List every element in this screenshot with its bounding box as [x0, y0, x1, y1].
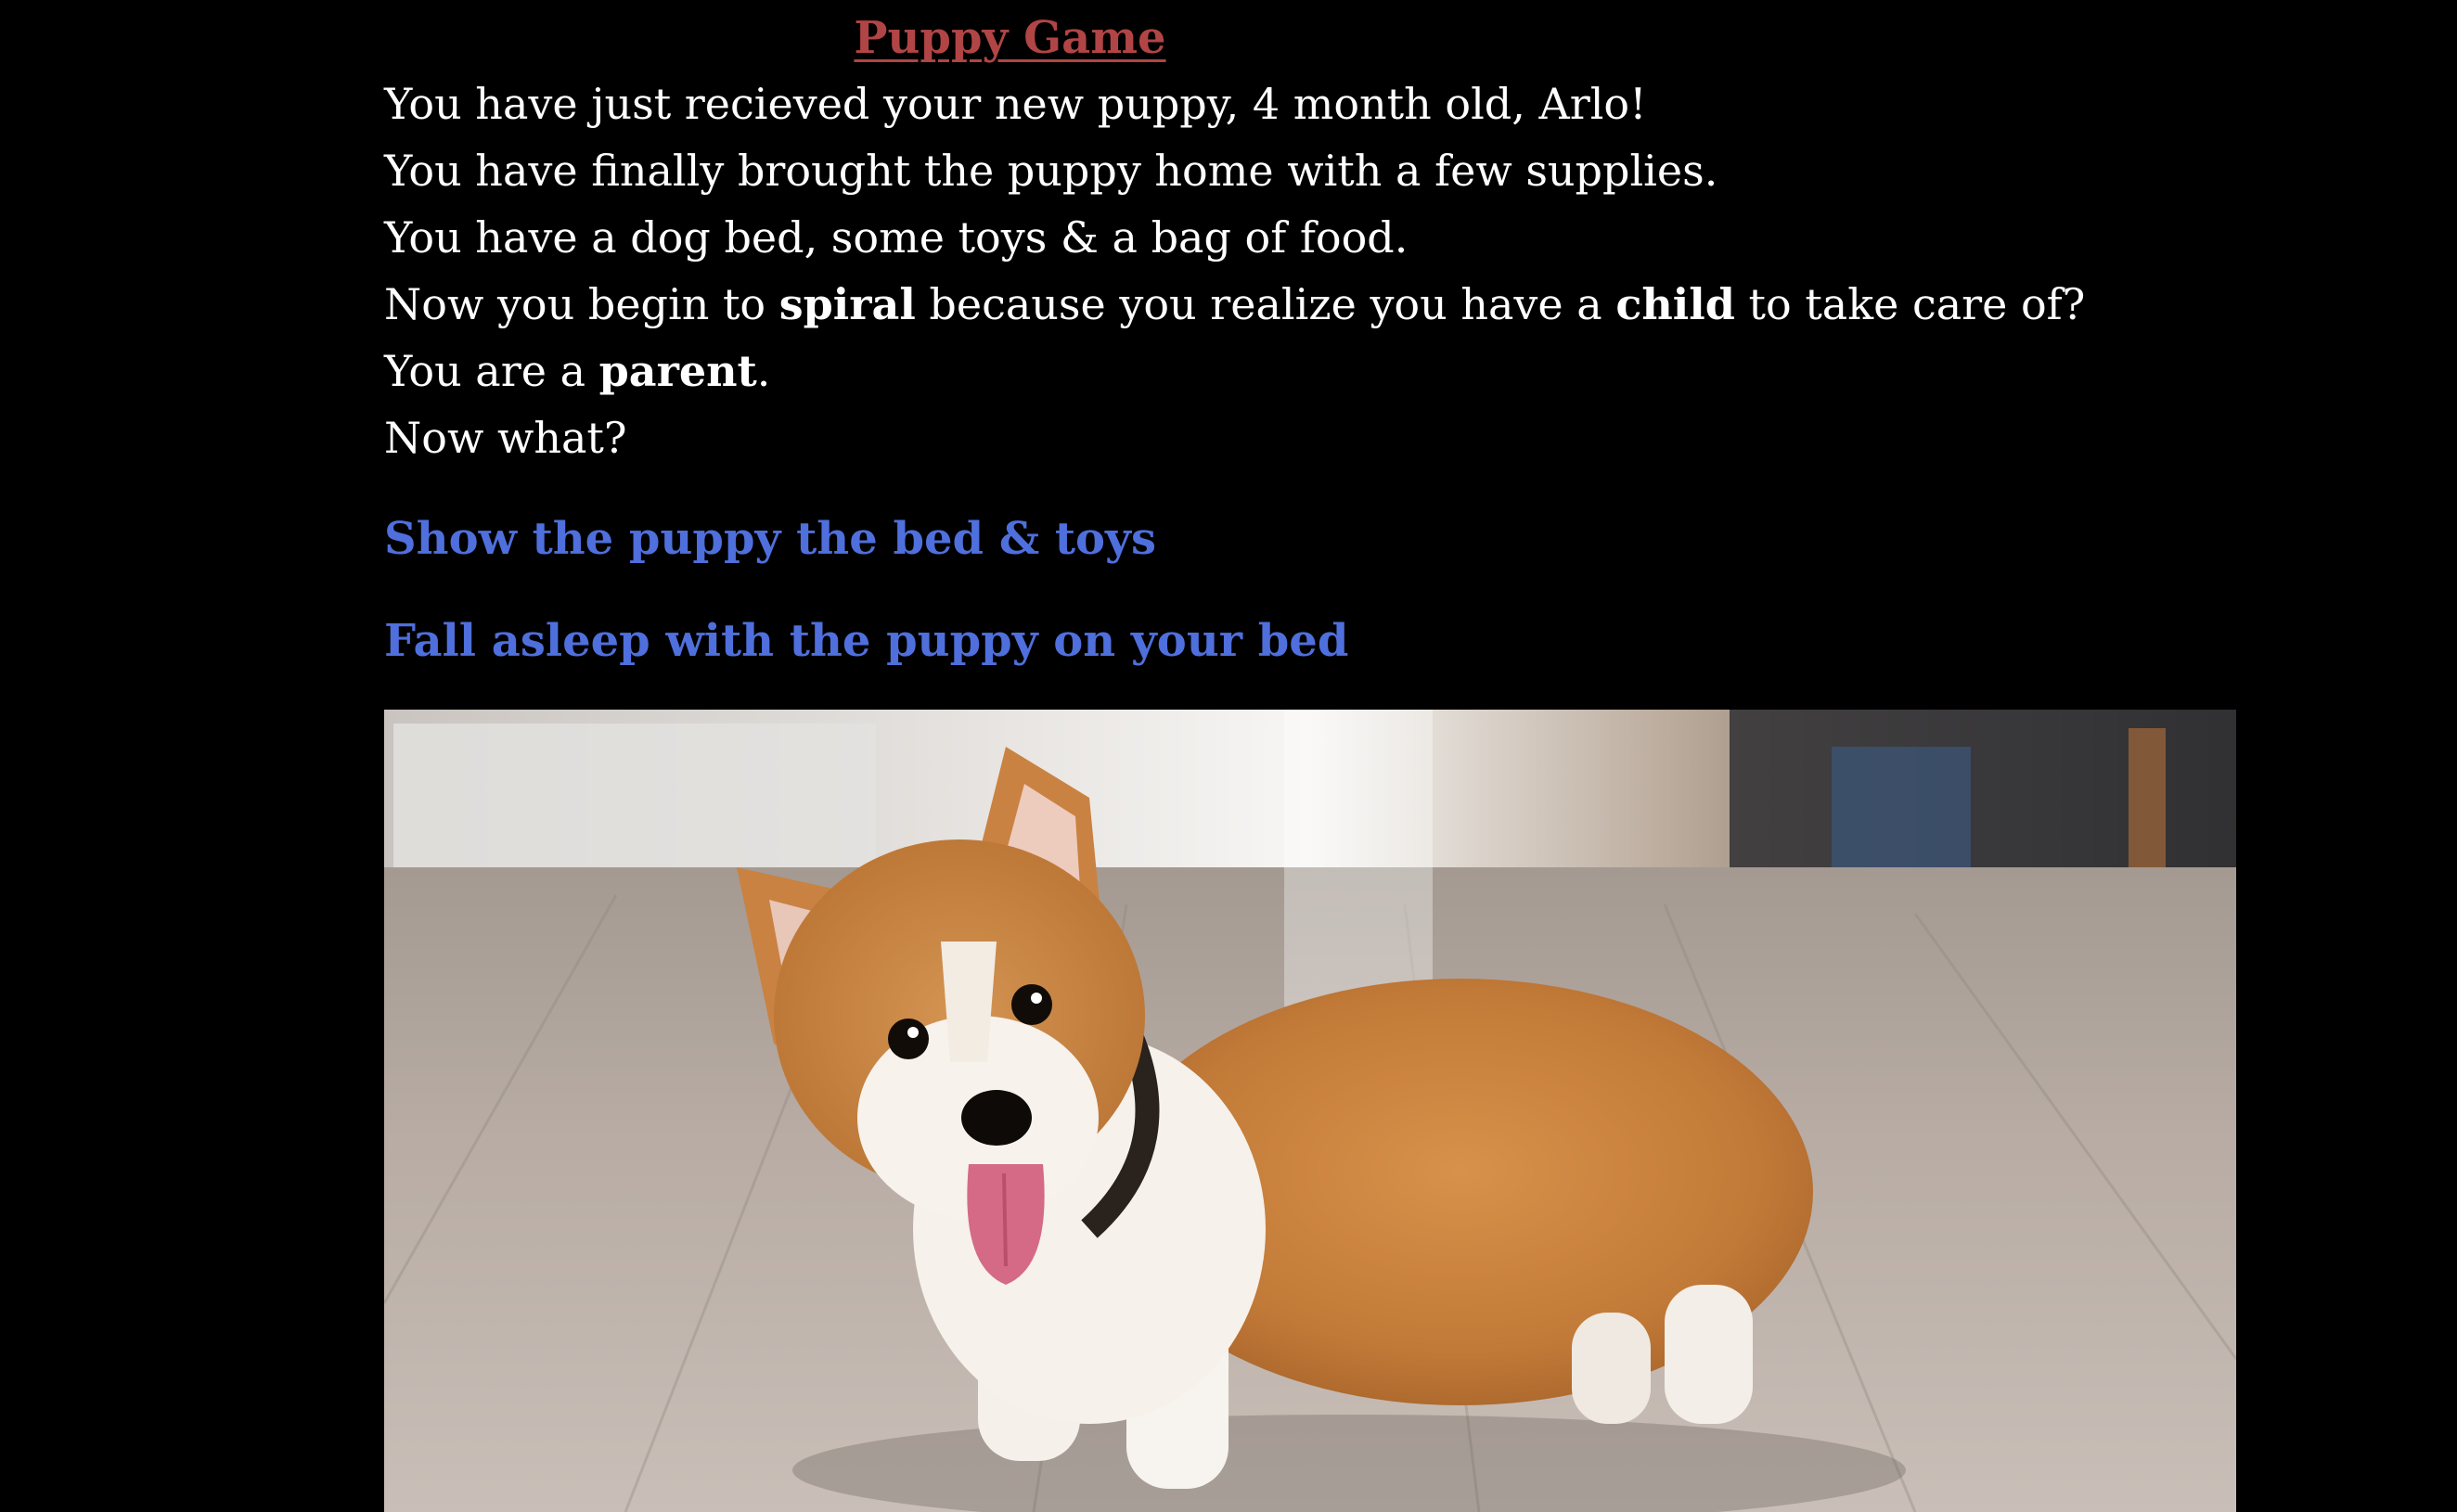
story-text-segment: because you realize you have a: [915, 279, 1616, 329]
page-title-link[interactable]: Puppy Game: [0, 6, 2020, 70]
emphasis-child: child: [1615, 279, 1735, 329]
choice-fall-asleep-link[interactable]: Fall asleep with the puppy on your bed: [384, 609, 1348, 673]
choice-show-bed-toys-link[interactable]: Show the puppy the bed & toys: [384, 506, 1156, 571]
story-line: You have a dog bed, some toys & a bag of…: [384, 212, 1409, 263]
story-line: You are a parent.: [384, 338, 2379, 404]
story-line: You have finally brought the puppy home …: [384, 146, 1718, 196]
story-text: You have just recieved your new puppy, 4…: [384, 70, 2379, 471]
story-text-segment: Now you begin to: [384, 279, 779, 329]
story-line: You have just recieved your new puppy, 4…: [384, 79, 1647, 129]
emphasis-spiral: spiral: [778, 279, 916, 329]
emphasis-parent: parent: [598, 346, 757, 396]
corgi-puppy-image: [384, 710, 2236, 1512]
story-text-segment: to take care of?: [1734, 279, 2086, 329]
story-line: Now you begin to spiral because you real…: [384, 271, 2379, 338]
story-text-segment: You are a: [384, 346, 599, 396]
story-line: Now what?: [384, 413, 627, 463]
story-text-segment: .: [756, 346, 771, 396]
